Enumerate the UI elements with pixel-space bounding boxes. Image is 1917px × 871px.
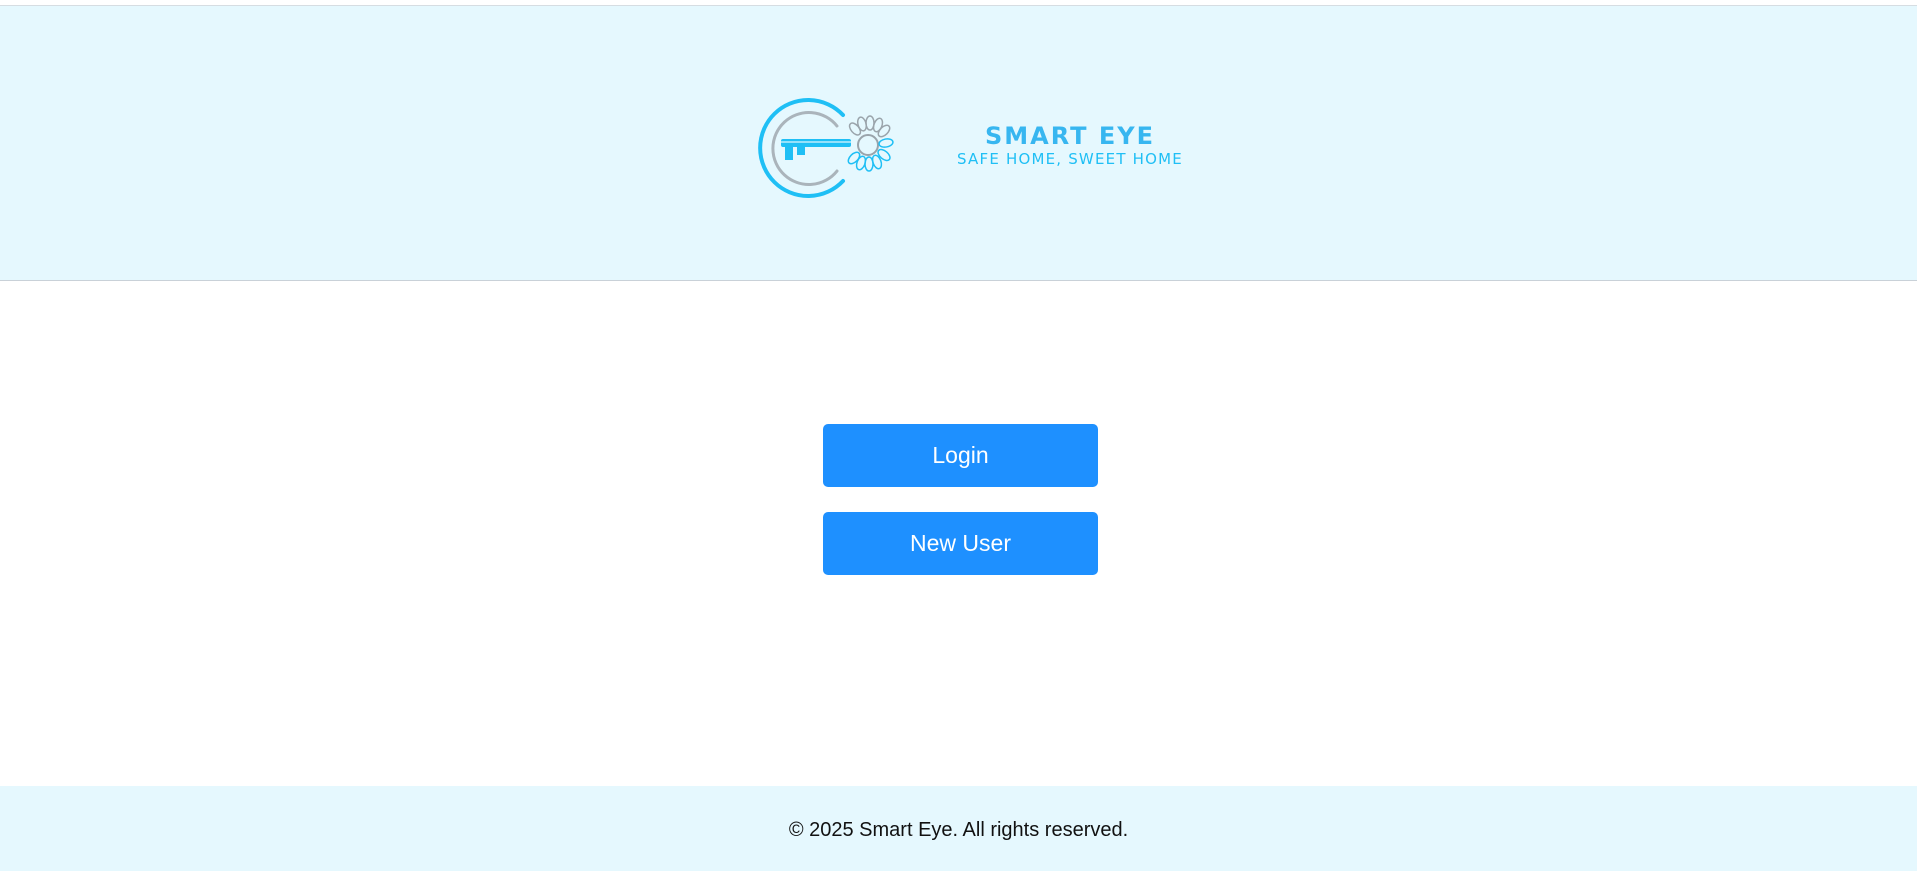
page: SMART EYE SAFE HOME, SWEET HOME Login Ne… [0,0,1917,871]
brand-text: SMART EYE SAFE HOME, SWEET HOME [955,122,1185,168]
site-footer: © 2025 Smart Eye. All rights reserved. [0,786,1917,871]
brand-tagline: SAFE HOME, SWEET HOME [957,150,1183,168]
login-button[interactable]: Login [823,424,1098,487]
new-user-button[interactable]: New User [823,512,1098,575]
site-header: SMART EYE SAFE HOME, SWEET HOME [0,5,1917,281]
logo: SMART EYE SAFE HOME, SWEET HOME [745,89,1195,204]
brand-name: SMART EYE [984,122,1156,150]
key-eye-logo-icon [758,98,894,198]
copyright-text: © 2025 Smart Eye. All rights reserved. [788,819,1129,841]
auth-actions: Login New User [823,424,1098,575]
